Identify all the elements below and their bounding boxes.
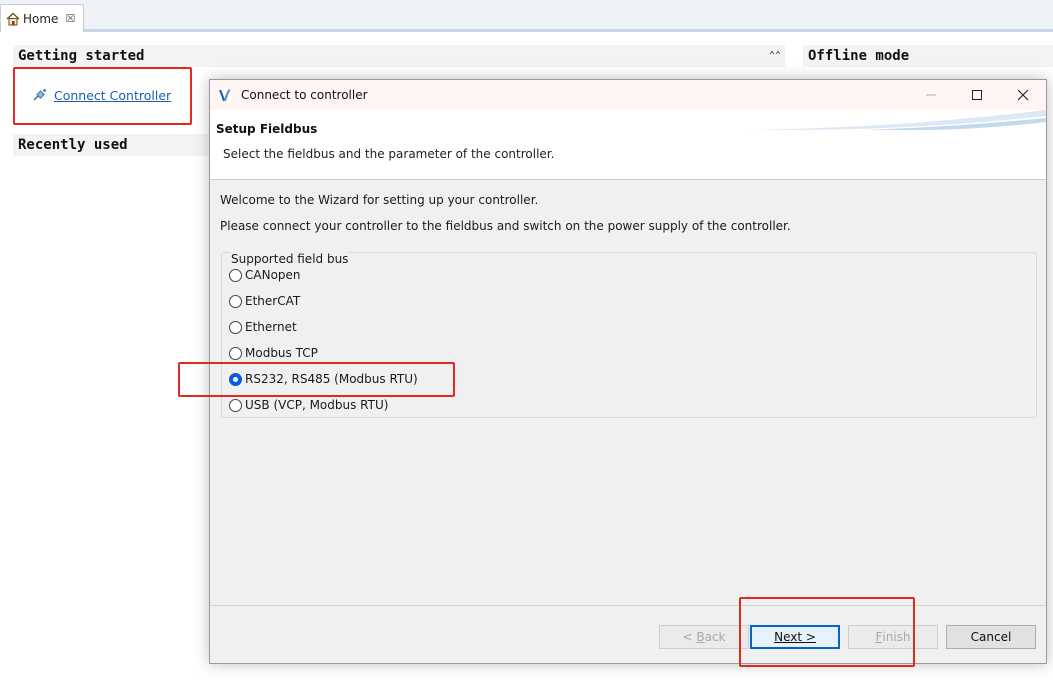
cancel-button[interactable]: Cancel	[946, 625, 1036, 649]
radio-indicator[interactable]	[229, 320, 242, 334]
minimize-button[interactable]	[908, 80, 954, 110]
close-button[interactable]	[1000, 80, 1046, 110]
next-mnemonic: N	[774, 630, 784, 644]
next-button[interactable]: Next >	[750, 625, 840, 649]
next-rest: ext >	[783, 630, 816, 644]
radio-modbus-tcp[interactable]: Modbus TCP	[229, 346, 318, 360]
recently-used-title: Recently used	[18, 137, 128, 153]
connect-controller-dialog: Connect to controller Setup Fieldbus Sel…	[209, 79, 1047, 664]
instruction-text: Please connect your controller to the fi…	[220, 219, 791, 233]
recently-used-header: Recently used	[13, 134, 213, 156]
welcome-text: Welcome to the Wizard for setting up you…	[220, 193, 539, 207]
radio-indicator[interactable]	[229, 346, 242, 360]
tab-close-icon[interactable]: ☒	[65, 12, 75, 25]
offline-mode-title: Offline mode	[808, 48, 910, 64]
radio-label: EtherCAT	[245, 294, 301, 308]
radio-indicator[interactable]	[229, 268, 242, 282]
back-button[interactable]: < Back	[659, 625, 749, 649]
tab-home[interactable]: Home ☒	[0, 4, 84, 32]
wizard-header: Setup Fieldbus Select the fieldbus and t…	[210, 110, 1046, 180]
dialog-titlebar[interactable]: Connect to controller	[210, 80, 1046, 110]
radio-label: RS232, RS485 (Modbus RTU)	[245, 372, 418, 386]
radio-indicator-selected[interactable]	[229, 372, 242, 386]
finish-rest: inish	[882, 630, 911, 644]
wizard-footer: < Back Next > Finish Cancel	[210, 605, 1046, 663]
back-rest: ack	[704, 630, 726, 644]
cancel-label: Cancel	[970, 630, 1012, 644]
finish-mnemonic: F	[875, 630, 883, 644]
radio-ethercat[interactable]: EtherCAT	[229, 294, 300, 308]
minimize-icon	[926, 94, 936, 96]
editor-tab-bar: Home ☒	[0, 0, 1053, 32]
tab-home-label: Home	[23, 11, 59, 26]
radio-label: CANopen	[245, 268, 301, 282]
header-decoration	[746, 110, 1046, 130]
finish-button[interactable]: Finish	[848, 625, 938, 649]
back-prefix: <	[682, 630, 697, 644]
fieldbus-group-label: Supported field bus	[230, 252, 350, 266]
radio-label: Modbus TCP	[245, 346, 318, 360]
radio-rs232-rs485[interactable]: RS232, RS485 (Modbus RTU)	[229, 372, 418, 386]
radio-ethernet[interactable]: Ethernet	[229, 320, 297, 334]
radio-usb[interactable]: USB (VCP, Modbus RTU)	[229, 398, 388, 412]
getting-started-title: Getting started	[18, 48, 145, 64]
wizard-page-description: Select the fieldbus and the parameter of…	[223, 147, 555, 161]
fieldbus-group: Supported field bus CANopen EtherCAT Eth…	[221, 252, 1037, 418]
radio-indicator[interactable]	[229, 294, 242, 308]
radio-canopen[interactable]: CANopen	[229, 268, 301, 282]
dialog-title: Connect to controller	[241, 88, 368, 102]
app-logo-icon	[217, 87, 233, 103]
wizard-body: Welcome to the Wizard for setting up you…	[210, 181, 1046, 605]
maximize-button[interactable]	[954, 80, 1000, 110]
radio-indicator[interactable]	[229, 398, 242, 412]
maximize-icon	[972, 90, 982, 100]
connect-controller-label[interactable]: Connect Controller	[54, 88, 171, 103]
radio-label: Ethernet	[245, 320, 297, 334]
getting-started-header: Getting started ⌃⌃	[13, 45, 785, 67]
radio-label: USB (VCP, Modbus RTU)	[245, 398, 389, 412]
connect-controller-link[interactable]: Connect Controller	[32, 87, 171, 103]
wizard-page-title: Setup Fieldbus	[216, 122, 318, 136]
plug-icon	[33, 88, 47, 101]
home-icon	[6, 12, 20, 25]
back-mnemonic: B	[696, 630, 705, 644]
offline-mode-header: Offline mode	[803, 45, 1053, 67]
close-icon	[1017, 89, 1029, 101]
collapse-icon[interactable]: ⌃⌃	[769, 45, 781, 67]
